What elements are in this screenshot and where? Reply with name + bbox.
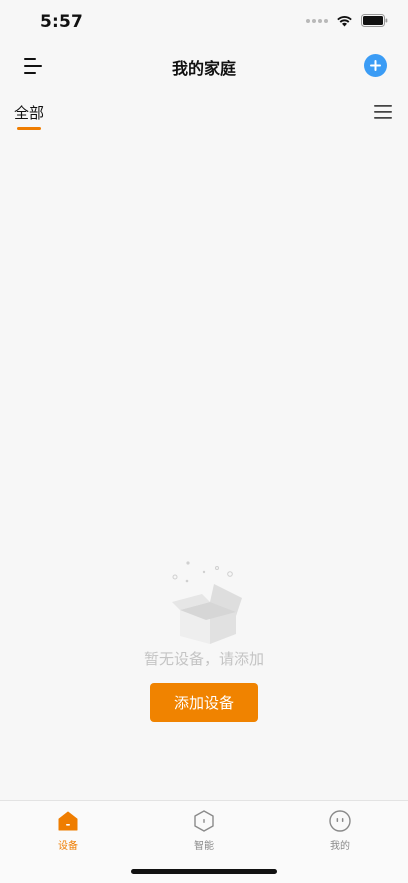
list-menu-button[interactable] bbox=[373, 103, 393, 121]
home-indicator bbox=[131, 869, 277, 874]
tab-label: 我的 bbox=[330, 841, 350, 852]
tab-smart[interactable]: 智能 bbox=[169, 809, 239, 852]
empty-message: 暂无设备，请添加 bbox=[143, 650, 264, 668]
tab-mine[interactable]: 我的 bbox=[305, 809, 375, 852]
category-tabs: 全部 bbox=[0, 96, 408, 136]
nav-bar: 我的家庭 bbox=[0, 44, 408, 88]
tab-all[interactable]: 全部 bbox=[14, 102, 44, 123]
wifi-icon bbox=[337, 15, 352, 26]
home-icon bbox=[58, 811, 78, 831]
tab-label: 设备 bbox=[58, 841, 78, 852]
hexagon-icon bbox=[194, 810, 214, 832]
add-button[interactable] bbox=[364, 54, 387, 77]
tab-devices[interactable]: 设备 bbox=[33, 809, 103, 852]
plus-icon bbox=[370, 60, 381, 71]
status-time: 5:57 bbox=[40, 12, 84, 32]
page-title: 我的家庭 bbox=[171, 59, 236, 78]
tab-underline bbox=[17, 127, 41, 130]
empty-box-icon bbox=[172, 561, 242, 644]
status-bar: 5:57 bbox=[0, 0, 408, 44]
add-device-button[interactable]: 添加设备 bbox=[150, 683, 258, 722]
tab-label: 智能 bbox=[194, 841, 214, 852]
face-icon bbox=[329, 810, 351, 832]
list-icon bbox=[374, 105, 392, 119]
signal-icon bbox=[306, 18, 328, 23]
battery-icon bbox=[361, 14, 388, 27]
status-icons bbox=[306, 14, 388, 27]
app-screen: 5:57 我的家庭 全部 暂无设备，请添加 添加设备 设备 智能 我的 bbox=[0, 0, 408, 883]
